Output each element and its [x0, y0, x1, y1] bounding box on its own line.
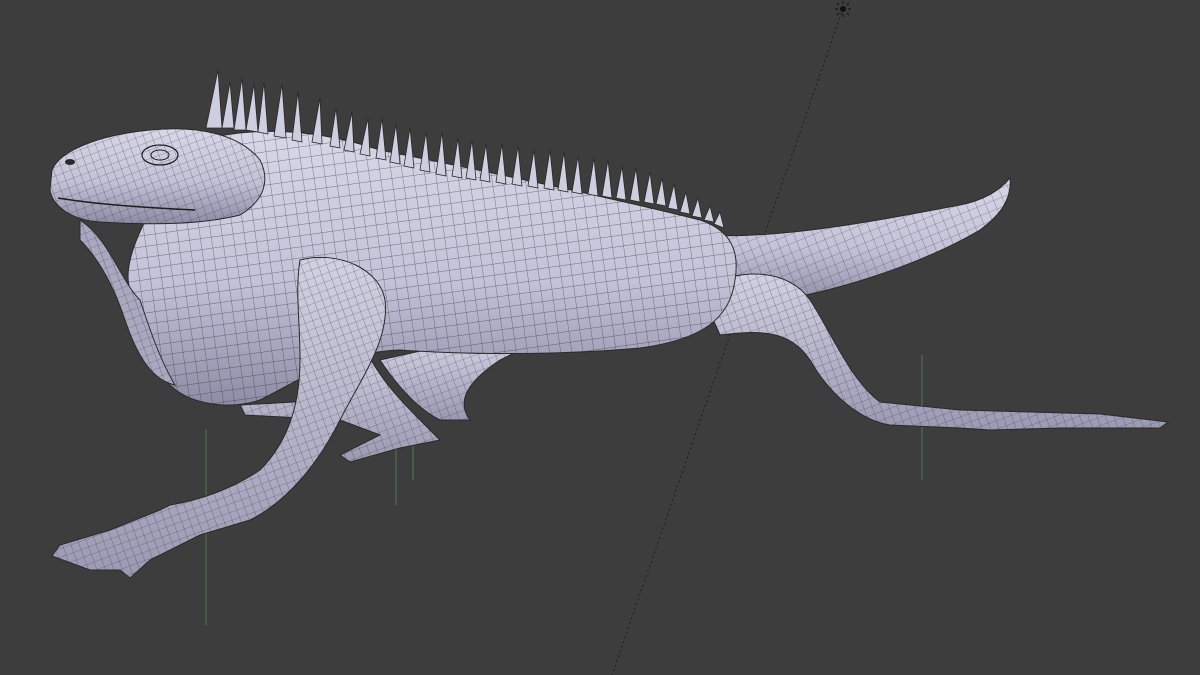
sun-lamp-icon[interactable] — [835, 1, 851, 17]
viewport-canvas[interactable] — [0, 0, 1200, 675]
iguana-mesh[interactable] — [49, 69, 1170, 579]
hind-leg-near — [699, 273, 1170, 431]
head — [49, 128, 266, 225]
3d-viewport[interactable] — [0, 0, 1200, 675]
